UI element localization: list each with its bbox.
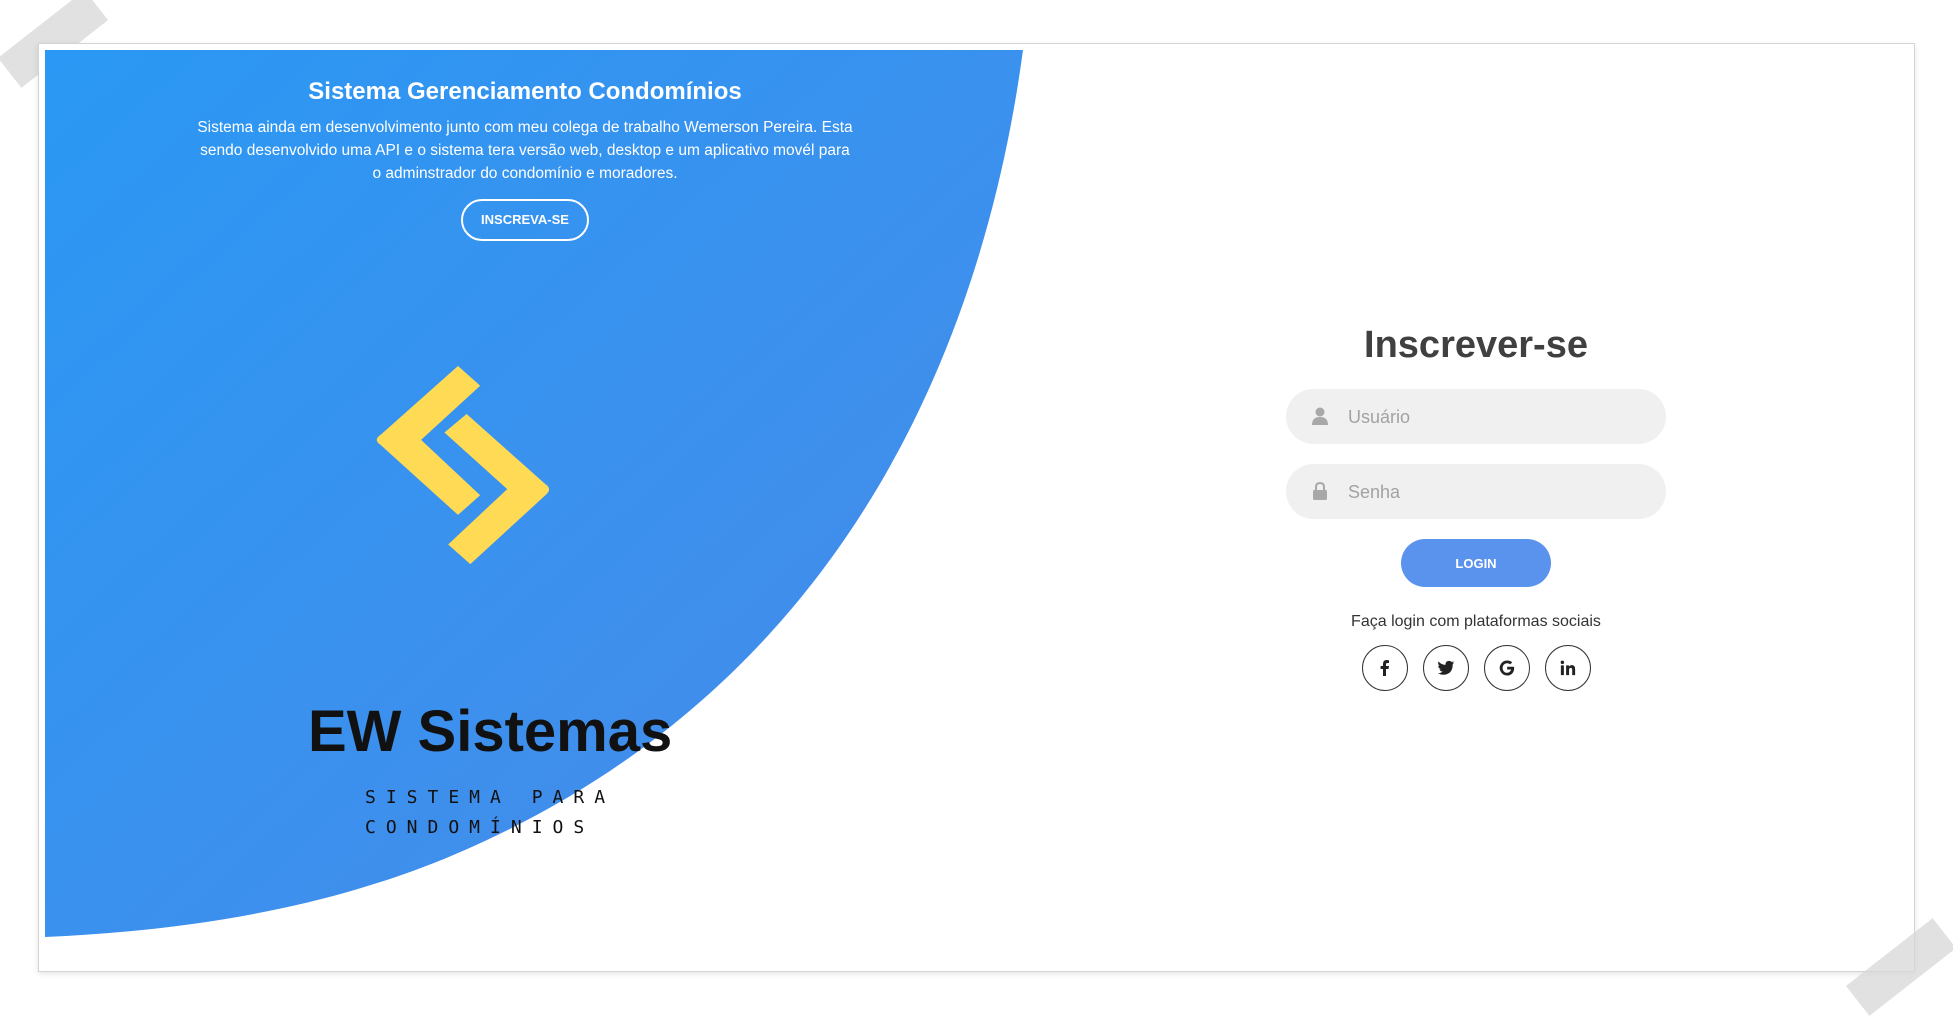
google-button[interactable] [1483, 645, 1530, 691]
form-title: Inscrever-se [1364, 324, 1588, 366]
signup-button[interactable]: INSCREVA-SE [461, 199, 589, 241]
hero-title: Sistema Gerenciamento Condomínios [308, 78, 742, 105]
facebook-button[interactable] [1361, 645, 1408, 691]
linkedin-icon [1560, 660, 1575, 676]
logo-subtitle-line2: CONDOMÍNIOS [365, 817, 595, 838]
username-field [1286, 389, 1666, 446]
login-button[interactable]: LOGIN [1401, 539, 1551, 587]
user-icon [1312, 407, 1328, 425]
logo-subtitle: SISTEMA PARA CONDOMÍNIOS [365, 783, 665, 843]
social-login-row [1276, 645, 1676, 691]
password-field [1286, 464, 1666, 521]
twitter-button[interactable] [1422, 645, 1469, 691]
username-input[interactable] [1346, 389, 1650, 446]
signin-form: Inscrever-se LOGIN Faça login com plataf… [1276, 324, 1676, 691]
screenshot-frame: Sistema Gerenciamento Condomínios Sistem… [38, 43, 1915, 972]
ew-logo-icon [376, 366, 550, 565]
social-login-text: Faça login com plataformas sociais [1351, 613, 1601, 630]
hero-section: Sistema Gerenciamento Condomínios Sistem… [145, 78, 905, 241]
twitter-icon [1437, 660, 1454, 675]
google-icon [1499, 660, 1514, 676]
logo-name: EW Sistemas [308, 699, 673, 764]
linkedin-button[interactable] [1544, 645, 1591, 691]
hero-description: Sistema ainda em desenvolvimento junto c… [197, 119, 853, 182]
lock-icon [1313, 482, 1327, 500]
logo-subtitle-line1: SISTEMA PARA [365, 787, 616, 808]
password-input[interactable] [1346, 464, 1650, 521]
facebook-icon [1380, 660, 1389, 676]
